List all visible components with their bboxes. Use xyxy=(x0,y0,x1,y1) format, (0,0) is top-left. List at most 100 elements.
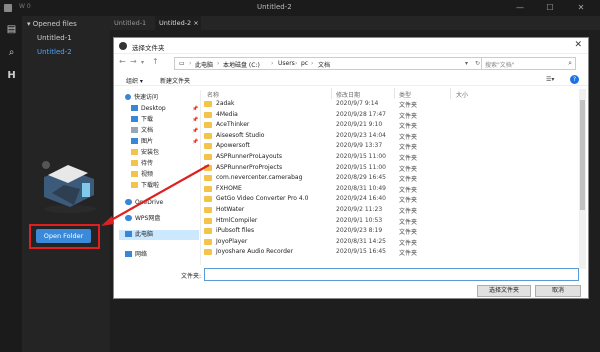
pin-icon: 📌 xyxy=(192,139,199,145)
file-date: 2020/9/28 17:47 xyxy=(336,110,386,118)
chevron-right-icon: › xyxy=(271,60,274,67)
folder-icon xyxy=(204,217,212,224)
file-row[interactable]: GetGo Video Converter Pro 4.0 2020/9/24 1… xyxy=(203,194,573,205)
breadcrumb-0[interactable]: 此电脑 xyxy=(195,60,213,69)
file-date: 2020/8/31 14:25 xyxy=(336,237,386,245)
computer-icon xyxy=(125,231,132,237)
up-arrow-icon[interactable]: ↑ xyxy=(152,57,159,66)
column-date[interactable]: 修改日期 xyxy=(336,90,360,99)
file-type: 文件夹 xyxy=(399,144,418,152)
nav-pictures[interactable]: 图片 xyxy=(131,137,153,147)
column-size[interactable]: 大小 xyxy=(456,90,468,99)
dialog-close-icon[interactable]: ✕ xyxy=(574,40,582,50)
nav-folder[interactable]: 待传 xyxy=(131,159,153,169)
folder-icon xyxy=(204,238,212,245)
new-folder-button[interactable]: 新建文件夹 xyxy=(160,76,190,85)
address-bar[interactable]: ▭ › 此电脑 › 本地磁盘 (C:) › Users › pc › 文档 ▾ … xyxy=(174,57,504,70)
scrollbar-thumb[interactable] xyxy=(580,100,585,210)
nav-folder[interactable]: 下载啦 xyxy=(131,181,159,191)
recent-dropdown-icon[interactable]: ▾ xyxy=(141,59,144,66)
nav-wps-drive[interactable]: WPS网盘 xyxy=(125,214,160,224)
breadcrumb-3[interactable]: pc xyxy=(301,60,308,67)
column-divider[interactable] xyxy=(450,88,451,99)
file-row[interactable]: HtmlCompiler 2020/9/1 10:53 文件夹 xyxy=(203,216,573,227)
file-row[interactable]: 2adak 2020/9/7 9:14 文件夹 xyxy=(203,99,573,110)
forward-arrow-icon[interactable]: → xyxy=(130,57,137,66)
pc-icon: ▭ xyxy=(179,60,185,67)
pin-icon: 📌 xyxy=(192,106,199,112)
tab-close-icon[interactable]: × xyxy=(193,19,198,27)
minimize-icon[interactable]: — xyxy=(514,2,526,13)
welcome-area: Open Folder xyxy=(0,0,110,352)
file-row[interactable]: Apowersoft 2020/9/9 13:37 文件夹 xyxy=(203,141,573,152)
folder-icon xyxy=(131,182,138,188)
column-divider[interactable] xyxy=(394,88,395,99)
nav-downloads[interactable]: 下载 xyxy=(131,115,153,125)
file-row[interactable]: HotWater 2020/9/2 11:23 文件夹 xyxy=(203,205,573,216)
nav-folder[interactable]: 视频 xyxy=(131,170,153,180)
open-folder-button[interactable]: Open Folder xyxy=(36,229,91,243)
file-row[interactable]: JoyoPlayer 2020/8/31 14:25 文件夹 xyxy=(203,237,573,248)
search-input[interactable]: 搜索"文档" ⌕ xyxy=(481,57,576,70)
cancel-button[interactable]: 取消 xyxy=(535,285,581,297)
file-row[interactable]: ASPRunnerProLayouts 2020/9/15 11:00 文件夹 xyxy=(203,152,573,163)
folder-icon xyxy=(204,207,212,213)
folder-icon xyxy=(131,171,138,177)
refresh-icon[interactable]: ↻ xyxy=(475,60,480,67)
file-row[interactable]: Aiseesoft Studio 2020/9/23 14:04 文件夹 xyxy=(203,131,573,142)
file-type: 文件夹 xyxy=(399,133,418,141)
file-row[interactable]: AceThinker 2020/9/21 9:10 文件夹 xyxy=(203,120,573,131)
window-title: Untitled-2 xyxy=(257,3,292,11)
file-name: Apowersoft xyxy=(216,142,250,150)
nav-documents[interactable]: 文档 xyxy=(131,126,153,136)
file-date: 2020/9/15 11:00 xyxy=(336,153,386,160)
file-date: 2020/9/15 16:45 xyxy=(336,248,386,256)
tab-untitled-1[interactable]: Untitled-1 xyxy=(110,16,155,30)
file-name: ASPRunnerProProjects xyxy=(216,163,283,171)
folder-icon xyxy=(204,164,212,171)
breadcrumb-2[interactable]: Users xyxy=(278,60,295,67)
view-options-icon[interactable]: ☰▾ xyxy=(546,76,554,83)
file-row[interactable]: Joyoshare Audio Recorder 2020/9/15 16:45 文… xyxy=(203,247,573,258)
address-dropdown-icon[interactable]: ▾ xyxy=(465,60,468,67)
nav-folder[interactable]: 安装包 xyxy=(131,148,159,158)
help-icon[interactable]: ? xyxy=(570,75,579,84)
nav-onedrive[interactable]: OneDrive xyxy=(125,198,163,208)
folder-icon xyxy=(204,101,212,107)
chevron-right-icon: › xyxy=(217,60,220,67)
nav-this-pc[interactable]: 此电脑 xyxy=(119,230,199,240)
folder-name-label: 文件夹: xyxy=(181,273,202,280)
folder-icon xyxy=(204,185,212,192)
file-type: 文件夹 xyxy=(399,229,418,237)
file-name: AceThinker xyxy=(216,121,250,129)
nav-quick-access[interactable]: 快速访问 xyxy=(125,93,158,103)
file-name: GetGo Video Converter Pro 4.0 xyxy=(216,195,309,203)
select-folder-button[interactable]: 选择文件夹 xyxy=(477,285,531,297)
column-name[interactable]: 名称 xyxy=(207,90,219,99)
file-row[interactable]: 4Media 2020/9/28 17:47 文件夹 xyxy=(203,110,573,121)
maximize-icon[interactable]: ☐ xyxy=(544,2,556,13)
nav-desktop[interactable]: Desktop xyxy=(131,104,166,114)
breadcrumb-4[interactable]: 文档 xyxy=(318,60,330,69)
column-divider[interactable] xyxy=(331,88,332,99)
nav-network[interactable]: 网络 xyxy=(125,250,147,260)
tab-untitled-2[interactable]: Untitled-2 × xyxy=(155,16,201,30)
breadcrumb-1[interactable]: 本地磁盘 (C:) xyxy=(223,60,260,69)
file-date: 2020/9/23 8:19 xyxy=(336,227,383,235)
folder-name-input[interactable] xyxy=(204,268,579,281)
file-row[interactable]: iPubsoft files 2020/9/23 8:19 文件夹 xyxy=(203,226,573,237)
file-row[interactable]: ASPRunnerProProjects 2020/9/15 11:00 文件夹 xyxy=(203,163,573,174)
network-icon xyxy=(125,251,132,257)
column-type[interactable]: 类型 xyxy=(399,90,411,99)
picture-icon xyxy=(131,138,138,144)
search-icon: ⌕ xyxy=(568,59,572,67)
file-type: 文件夹 xyxy=(399,165,418,173)
download-icon xyxy=(131,116,138,122)
close-icon[interactable]: ✕ xyxy=(575,2,587,13)
organize-button[interactable]: 组织 ▾ xyxy=(126,76,143,85)
file-name: Aiseesoft Studio xyxy=(216,131,265,139)
file-row[interactable]: com.nevercenter.camerabag 2020/8/29 16:45… xyxy=(203,173,573,184)
file-row[interactable]: FXHOME 2020/8/31 10:49 文件夹 xyxy=(203,184,573,195)
back-arrow-icon[interactable]: ← xyxy=(119,57,126,66)
tab-bar: Untitled-1 Untitled-2 × xyxy=(110,16,600,30)
